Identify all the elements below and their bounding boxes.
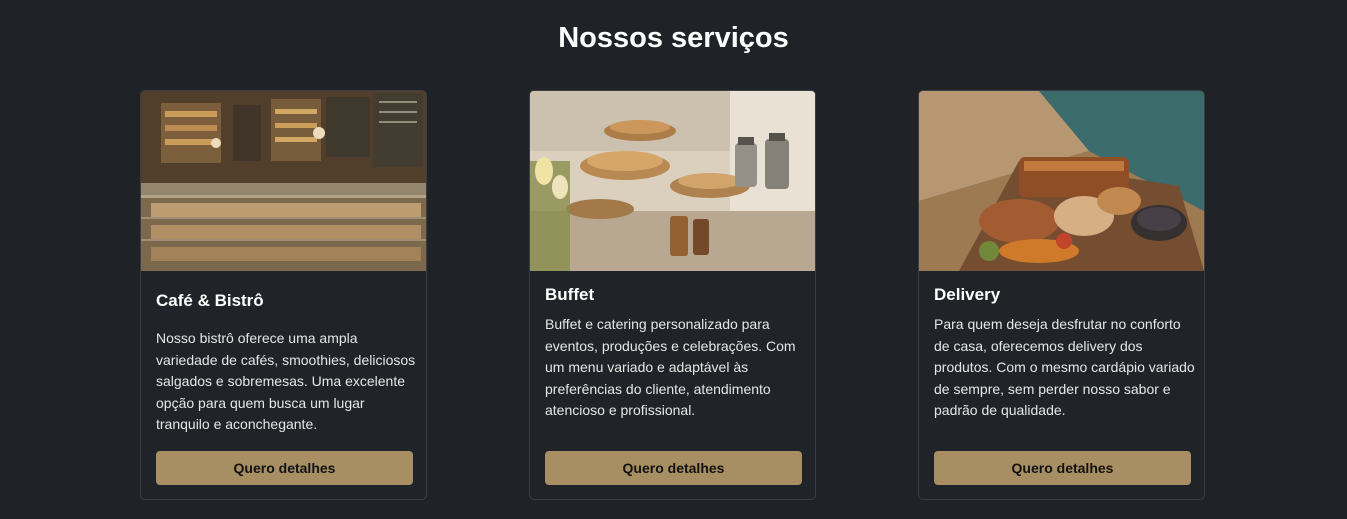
details-button[interactable]: Quero detalhes — [156, 451, 413, 485]
details-button[interactable]: Quero detalhes — [545, 451, 802, 485]
service-card-buffet: Buffet Buffet e catering personalizado p… — [529, 90, 816, 500]
card-description: Buffet e catering personalizado para eve… — [545, 316, 796, 418]
service-card-delivery: Delivery Para quem deseja desfrutar no c… — [918, 90, 1205, 500]
card-description: Nosso bistrô oferece uma ampla variedade… — [156, 330, 416, 432]
buffet-table-image — [530, 91, 815, 271]
card-title: Delivery — [934, 285, 1001, 304]
details-button[interactable]: Quero detalhes — [934, 451, 1191, 485]
card-title: Café & Bistrô — [156, 291, 264, 310]
service-card-cafe-bistro: Café & Bistrô Nosso bistrô oferece uma a… — [140, 90, 427, 500]
delivery-box-image — [919, 91, 1204, 271]
card-description: Para quem deseja desfrutar no conforto d… — [934, 316, 1195, 418]
cafe-interior-image — [141, 91, 426, 271]
section-title: Nossos serviços — [558, 22, 789, 54]
card-title: Buffet — [545, 285, 595, 304]
